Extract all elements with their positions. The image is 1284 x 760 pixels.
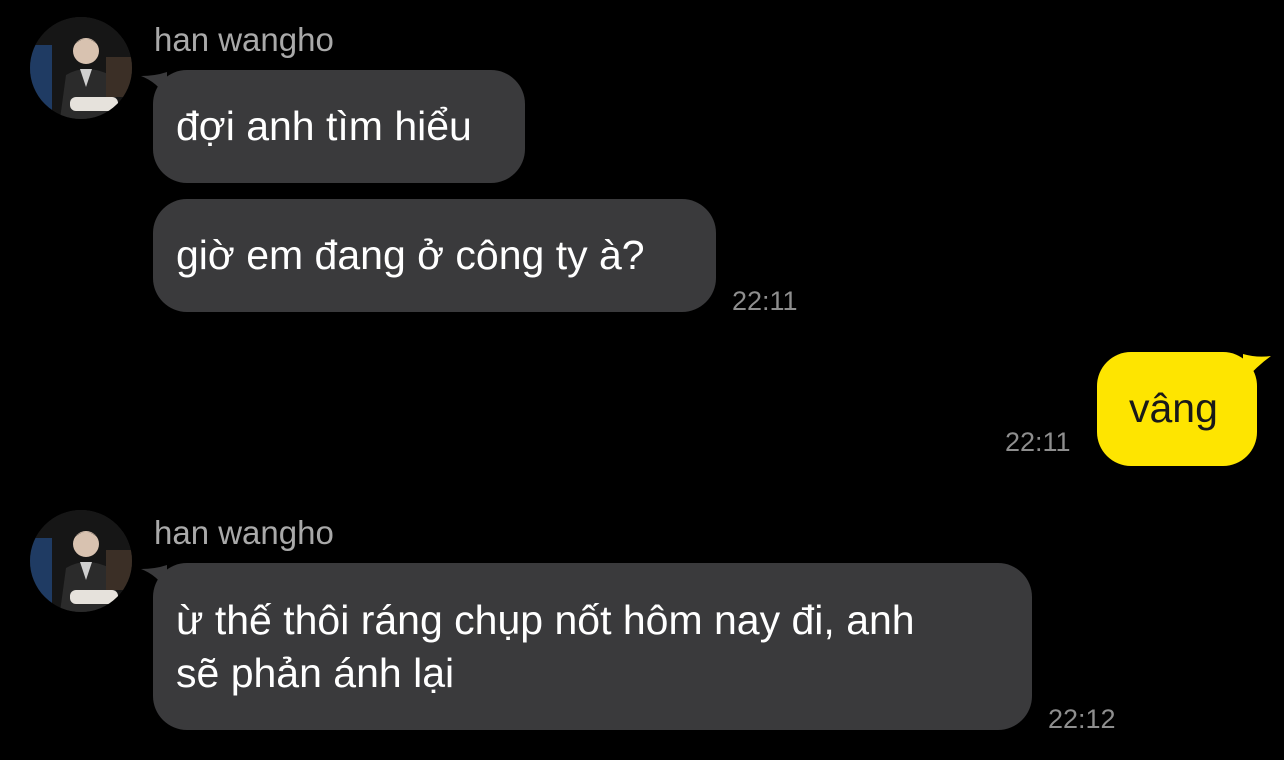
incoming-message-bubble[interactable]: ừ thế thôi ráng chụp nốt hôm nay đi, anh… [141, 563, 1032, 730]
incoming-message-bubble[interactable]: đợi anh tìm hiểu [141, 70, 525, 183]
message-text: giờ em đang ở công ty à? [176, 232, 645, 278]
incoming-message-bubble[interactable]: giờ em đang ở công ty à? [153, 199, 716, 312]
sender-avatar[interactable] [30, 510, 132, 612]
bubble-tail-icon [1243, 354, 1271, 382]
sender-name: han wangho [154, 514, 334, 551]
sender-avatar[interactable] [30, 17, 132, 119]
message-timestamp: 22:11 [732, 286, 798, 316]
bubble-tail-icon [141, 72, 167, 98]
bubble-tail-icon [141, 565, 167, 591]
profile-photo-icon [30, 510, 132, 612]
outgoing-message-bubble[interactable]: vâng [1097, 352, 1271, 466]
message-text-line: sẽ phản ánh lại [176, 650, 455, 696]
message-text: đợi anh tìm hiểu [176, 103, 472, 149]
message-text: vâng [1129, 385, 1218, 431]
message-timestamp: 22:11 [1005, 427, 1071, 457]
message-text-line: ừ thế thôi ráng chụp nốt hôm nay đi, anh [176, 597, 915, 643]
message-timestamp: 22:12 [1048, 704, 1116, 734]
profile-photo-icon [30, 17, 132, 119]
sender-name: han wangho [154, 21, 334, 58]
